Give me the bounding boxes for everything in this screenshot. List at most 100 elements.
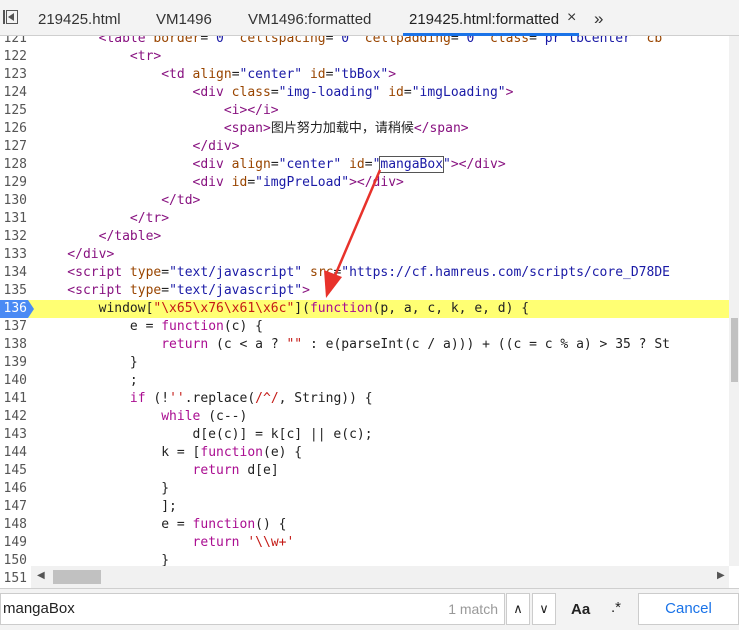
line-number[interactable]: 150 xyxy=(0,552,27,570)
code-line[interactable]: 121 <table border="0" cellspacing="0" ce… xyxy=(0,36,729,48)
line-code: <i></i> xyxy=(36,103,279,118)
code-line[interactable]: 127 </div> xyxy=(0,138,729,156)
scroll-left-icon[interactable]: ◀ xyxy=(37,570,45,581)
find-input[interactable]: mangaBox 1 match xyxy=(0,593,505,625)
code-line[interactable]: 130 </td> xyxy=(0,192,729,210)
horizontal-scrollbar[interactable]: ◀ ▶ xyxy=(31,566,729,588)
code-editor[interactable]: 121 <table border="0" cellspacing="0" ce… xyxy=(0,36,739,588)
code-line[interactable]: 138 return (c < a ? "" : e(parseInt(c / … xyxy=(0,336,729,354)
code-line[interactable]: 137 e = function(c) { xyxy=(0,318,729,336)
cancel-button[interactable]: Cancel xyxy=(638,593,739,625)
code-line[interactable]: 122 <tr> xyxy=(0,48,729,66)
code-line[interactable]: 129 <div id="imgPreLoad"></div> xyxy=(0,174,729,192)
line-number[interactable]: 124 xyxy=(0,84,27,102)
code-line[interactable]: 128 <div align="center" id="mangaBox"></… xyxy=(0,156,729,174)
line-code: k = [function(e) { xyxy=(36,445,303,460)
previous-match-button[interactable]: ∧ xyxy=(506,593,530,625)
line-number[interactable]: 147 xyxy=(0,498,27,516)
line-number[interactable]: 143 xyxy=(0,426,27,444)
line-code: </table> xyxy=(36,229,162,244)
line-code: } xyxy=(36,355,138,370)
line-number[interactable]: 139 xyxy=(0,354,27,372)
line-number[interactable]: 125 xyxy=(0,102,27,120)
horizontal-scrollbar-thumb[interactable] xyxy=(53,570,101,584)
line-number[interactable]: 128 xyxy=(0,156,27,174)
line-number[interactable]: 135 xyxy=(0,282,27,300)
code-line[interactable]: 134 <script type="text/javascript" src="… xyxy=(0,264,729,282)
line-number[interactable]: 138 xyxy=(0,336,27,354)
code-line[interactable]: 144 k = [function(e) { xyxy=(0,444,729,462)
code-line[interactable]: 135 <script type="text/javascript"> xyxy=(0,282,729,300)
line-number[interactable]: 131 xyxy=(0,210,27,228)
scroll-right-icon[interactable]: ▶ xyxy=(717,570,725,581)
line-number[interactable]: 148 xyxy=(0,516,27,534)
line-code: </td> xyxy=(36,193,201,208)
code-line[interactable]: 136 window["\x65\x76\x61\x6c"](function(… xyxy=(0,300,729,318)
tab-4[interactable]: 219425.html:formatted xyxy=(402,0,580,36)
line-number[interactable]: 145 xyxy=(0,462,27,480)
line-code: <div class="img-loading" id="imgLoading"… xyxy=(36,85,514,100)
close-tab-icon[interactable]: × xyxy=(567,10,576,26)
more-tabs-icon[interactable]: » xyxy=(594,9,604,29)
line-code: <tr> xyxy=(36,49,162,64)
toggle-navigator-icon[interactable] xyxy=(0,8,22,30)
code-line[interactable]: 146 } xyxy=(0,480,729,498)
line-code: } xyxy=(36,481,170,496)
line-number[interactable]: 140 xyxy=(0,372,27,390)
line-number[interactable]: 122 xyxy=(0,48,27,66)
code-line[interactable]: 143 d[e(c)] = k[c] || e(c); xyxy=(0,426,729,444)
line-code: ; xyxy=(36,373,138,388)
vertical-scrollbar-thumb[interactable] xyxy=(731,318,738,382)
next-match-button[interactable]: ∨ xyxy=(532,593,556,625)
line-number[interactable]: 137 xyxy=(0,318,27,336)
line-number[interactable]: 129 xyxy=(0,174,27,192)
code-line[interactable]: 123 <td align="center" id="tbBox"> xyxy=(0,66,729,84)
line-number[interactable]: 146 xyxy=(0,480,27,498)
code-line[interactable]: 147 ]; xyxy=(0,498,729,516)
line-number[interactable]: 133 xyxy=(0,246,27,264)
line-number[interactable]: 144 xyxy=(0,444,27,462)
tab-2[interactable]: VM1496 xyxy=(156,0,212,36)
line-number[interactable]: 130 xyxy=(0,192,27,210)
match-case-button[interactable]: Aa xyxy=(571,601,590,618)
line-code: </tr> xyxy=(36,211,170,226)
line-number[interactable]: 121 xyxy=(0,36,27,48)
line-number[interactable]: 123 xyxy=(0,66,27,84)
vertical-scrollbar[interactable] xyxy=(729,36,739,566)
line-number[interactable]: 151 xyxy=(0,570,27,588)
code-line[interactable]: 148 e = function() { xyxy=(0,516,729,534)
line-number[interactable]: 126 xyxy=(0,120,27,138)
code-line[interactable]: 132 </table> xyxy=(0,228,729,246)
code-line[interactable]: 126 <span>图片努力加载中，请稍候</span> xyxy=(0,120,729,138)
line-code: <table border="0" cellspacing="0" cellpa… xyxy=(36,36,663,46)
tab-3[interactable]: VM1496:formatted xyxy=(248,0,371,36)
code-line[interactable]: 142 while (c--) xyxy=(0,408,729,426)
line-number[interactable]: 141 xyxy=(0,390,27,408)
line-number[interactable]: 136 xyxy=(0,300,27,318)
line-code: <span>图片努力加载中，请稍候</span> xyxy=(36,121,469,136)
code-line[interactable]: 124 <div class="img-loading" id="imgLoad… xyxy=(0,84,729,102)
line-code: e = function(c) { xyxy=(36,319,263,334)
code-line[interactable]: 141 if (!''.replace(/^/, String)) { xyxy=(0,390,729,408)
line-code: </div> xyxy=(36,139,240,154)
line-number[interactable]: 149 xyxy=(0,534,27,552)
code-line[interactable]: 125 <i></i> xyxy=(0,102,729,120)
line-number[interactable]: 142 xyxy=(0,408,27,426)
regex-button[interactable]: .* xyxy=(611,599,621,616)
code-line[interactable]: 133 </div> xyxy=(0,246,729,264)
line-number[interactable]: 132 xyxy=(0,228,27,246)
match-count: 1 match xyxy=(448,601,498,617)
code-line[interactable]: 131 </tr> xyxy=(0,210,729,228)
line-code: window["\x65\x76\x61\x6c"](function(p, a… xyxy=(36,301,530,316)
code-line[interactable]: 149 return '\\w+' xyxy=(0,534,729,552)
find-bar: mangaBox 1 match ∧ ∨ Aa .* Cancel xyxy=(0,588,739,630)
code-line[interactable]: 139 } xyxy=(0,354,729,372)
line-code: return (c < a ? "" : e(parseInt(c / a)))… xyxy=(161,337,670,352)
code-line[interactable]: 140 ; xyxy=(0,372,729,390)
line-number[interactable]: 127 xyxy=(0,138,27,156)
code-line[interactable]: 145 return d[e] xyxy=(0,462,729,480)
line-code: d[e(c)] = k[c] || e(c); xyxy=(36,427,373,442)
tab-1[interactable]: 219425.html xyxy=(38,0,121,36)
line-code: <script type="text/javascript"> xyxy=(36,283,310,298)
line-number[interactable]: 134 xyxy=(0,264,27,282)
